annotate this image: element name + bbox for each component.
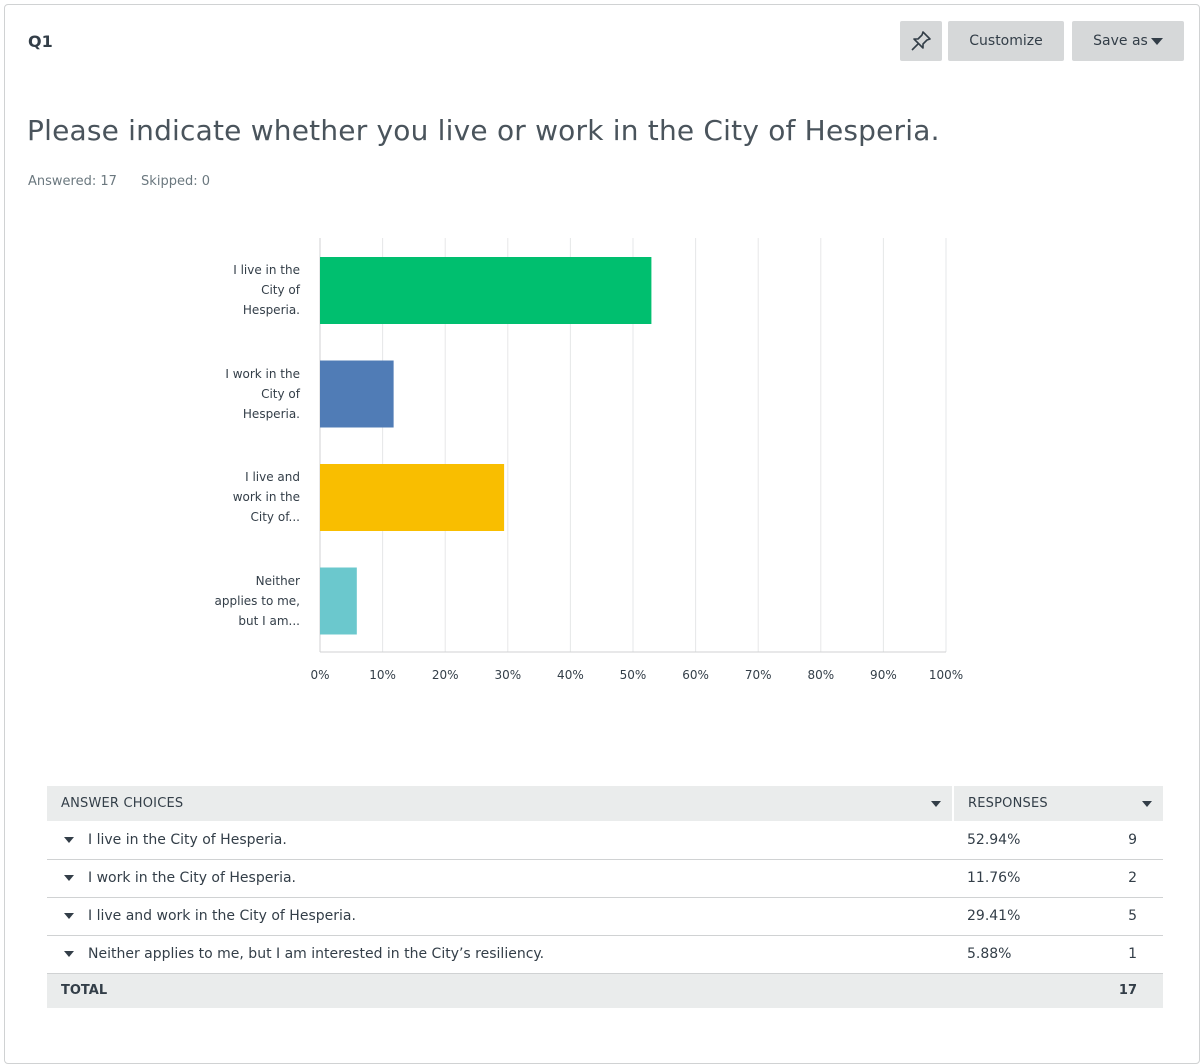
response-percent: 29.41%: [967, 908, 1021, 924]
bar[interactable]: [320, 360, 394, 428]
table-row[interactable]: I live in the City of Hesperia. 52.94% 9: [47, 821, 1163, 859]
bar-chart: I live in the City of Hesperia. I work in…: [0, 0, 1202, 700]
total-label: TOTAL: [61, 983, 108, 999]
total-row: TOTAL 17: [47, 973, 1163, 1008]
x-tick-label: 100%: [928, 668, 964, 682]
x-tick-label: 90%: [870, 668, 897, 682]
answer-choices-header-label: ANSWER CHOICES: [61, 796, 184, 811]
response-percent: 5.88%: [967, 946, 1012, 962]
answer-choice-label: I work in the City of Hesperia.: [88, 870, 296, 886]
response-count: 2: [1128, 870, 1137, 886]
x-tick-label: 0%: [310, 668, 330, 682]
answer-choice-cell: I live in the City of Hesperia.: [47, 821, 953, 859]
x-tick-label: 40%: [557, 668, 584, 682]
responses-header-label: RESPONSES: [968, 796, 1048, 811]
answer-choice-cell: Neither applies to me, but I am interest…: [47, 935, 953, 973]
answer-choice-cell: I live and work in the City of Hesperia.: [47, 897, 953, 935]
x-tick-label: 20%: [431, 668, 459, 682]
y-tick-label: I live in the City of Hesperia.: [233, 263, 300, 317]
expand-caret-icon[interactable]: [64, 913, 74, 919]
answer-choice-cell: I work in the City of Hesperia.: [47, 859, 953, 897]
table-row[interactable]: Neither applies to me, but I am interest…: [47, 935, 1163, 973]
bar[interactable]: [320, 567, 357, 635]
response-percent: 52.94%: [967, 831, 1021, 848]
table-row[interactable]: I work in the City of Hesperia. 11.76% 2: [47, 859, 1163, 897]
answer-choice-label: I live in the City of Hesperia.: [88, 831, 287, 848]
sort-caret-icon[interactable]: [931, 801, 941, 807]
answer-choice-label: I live and work in the City of Hesperia.: [88, 908, 356, 924]
x-tick-label: 10%: [369, 668, 396, 682]
table-header: ANSWER CHOICES RESPONSES: [47, 786, 1163, 821]
response-count: 5: [1128, 908, 1137, 924]
y-tick-label: I live and work in the City of...: [232, 470, 300, 524]
response-count: 1: [1128, 946, 1137, 962]
answer-table: ANSWER CHOICES RESPONSES I live in the C…: [47, 786, 1163, 1008]
bar[interactable]: [320, 257, 652, 324]
bar[interactable]: [320, 464, 505, 531]
responses-header[interactable]: RESPONSES: [952, 786, 1163, 821]
expand-caret-icon[interactable]: [64, 875, 74, 881]
answer-choice-label: Neither applies to me, but I am interest…: [88, 946, 545, 962]
x-tick-label: 80%: [807, 668, 835, 682]
sort-caret-icon[interactable]: [1142, 801, 1152, 807]
y-tick-label: I work in the City of Hesperia.: [225, 366, 300, 421]
expand-caret-icon[interactable]: [64, 836, 74, 843]
response-count: 9: [1128, 831, 1137, 848]
y-tick-label: Neither applies to me, but I am...: [214, 573, 300, 628]
x-tick-label: 50%: [619, 668, 647, 682]
expand-caret-icon[interactable]: [64, 951, 74, 957]
x-tick-label: 70%: [744, 668, 772, 682]
answer-choices-header[interactable]: ANSWER CHOICES: [47, 786, 953, 821]
x-tick-label: 30%: [494, 668, 522, 682]
total-count: 17: [1118, 983, 1137, 999]
x-tick-label: 60%: [682, 668, 709, 682]
response-percent: 11.76%: [967, 870, 1021, 886]
table-row[interactable]: I live and work in the City of Hesperia.…: [47, 897, 1163, 935]
